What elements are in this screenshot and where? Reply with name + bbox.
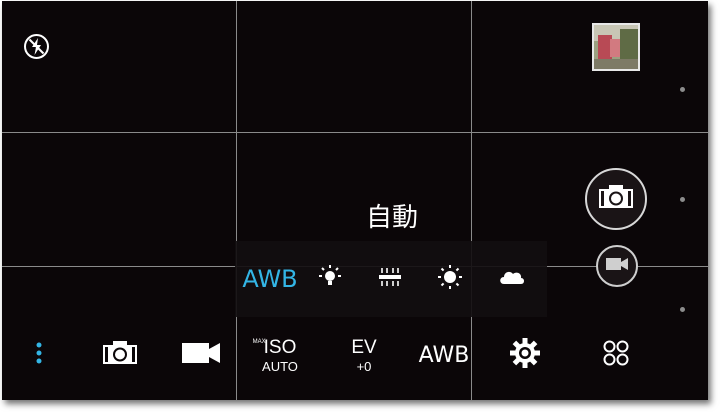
white-balance-button[interactable]: AWB bbox=[412, 323, 476, 387]
fluorescent-icon bbox=[376, 266, 404, 293]
iso-max-label: MAX bbox=[252, 338, 266, 345]
ev-value: +0 bbox=[356, 358, 372, 374]
flash-off-icon[interactable] bbox=[23, 33, 50, 60]
settings-button[interactable] bbox=[504, 323, 546, 387]
iso-label: ISO bbox=[263, 336, 297, 358]
video-camera-icon bbox=[606, 257, 628, 276]
indicator-dot bbox=[680, 307, 685, 312]
wb-option-fluorescent[interactable] bbox=[365, 241, 415, 317]
indicator-dot bbox=[680, 87, 685, 92]
incandescent-icon bbox=[316, 264, 344, 295]
wb-option-daylight[interactable] bbox=[425, 241, 475, 317]
iso-button[interactable]: MAX ISO AUTO bbox=[250, 323, 310, 387]
gear-icon bbox=[509, 337, 541, 374]
video-camera-icon bbox=[182, 342, 220, 369]
scene-mode-label: 自動 bbox=[365, 203, 418, 233]
wb-label: AWB bbox=[418, 342, 470, 368]
wb-option-incandescent[interactable] bbox=[305, 241, 355, 317]
gallery-thumbnail[interactable] bbox=[592, 23, 640, 71]
daylight-icon bbox=[436, 263, 464, 296]
modes-button[interactable] bbox=[594, 323, 638, 387]
white-balance-panel: AWB bbox=[235, 241, 547, 317]
wb-option-label: AWB bbox=[242, 265, 298, 293]
camera-mode-button[interactable] bbox=[96, 323, 144, 387]
wb-option-cloudy[interactable] bbox=[487, 241, 537, 317]
record-video-button[interactable] bbox=[596, 245, 638, 287]
iso-value: AUTO bbox=[262, 358, 298, 374]
menu-button[interactable] bbox=[24, 323, 54, 387]
grid-circles-icon bbox=[602, 339, 630, 372]
camera-icon bbox=[597, 184, 635, 215]
cloudy-icon bbox=[498, 268, 526, 291]
shutter-button[interactable] bbox=[585, 168, 647, 230]
more-vertical-icon bbox=[36, 342, 42, 369]
camera-icon bbox=[101, 340, 139, 371]
wb-option-awb[interactable]: AWB bbox=[235, 241, 305, 317]
video-mode-button[interactable] bbox=[178, 323, 224, 387]
indicator-dot bbox=[680, 197, 685, 202]
camera-viewfinder[interactable]: 自動 AWB MAX ISO AUTO EV +0 AWB bbox=[2, 1, 708, 400]
grid-line-horizontal-1 bbox=[2, 132, 708, 133]
ev-label: EV bbox=[351, 336, 377, 358]
grid-line-vertical-1 bbox=[236, 1, 237, 400]
iso-label-wrap: MAX ISO bbox=[253, 336, 297, 358]
ev-button[interactable]: EV +0 bbox=[342, 323, 386, 387]
